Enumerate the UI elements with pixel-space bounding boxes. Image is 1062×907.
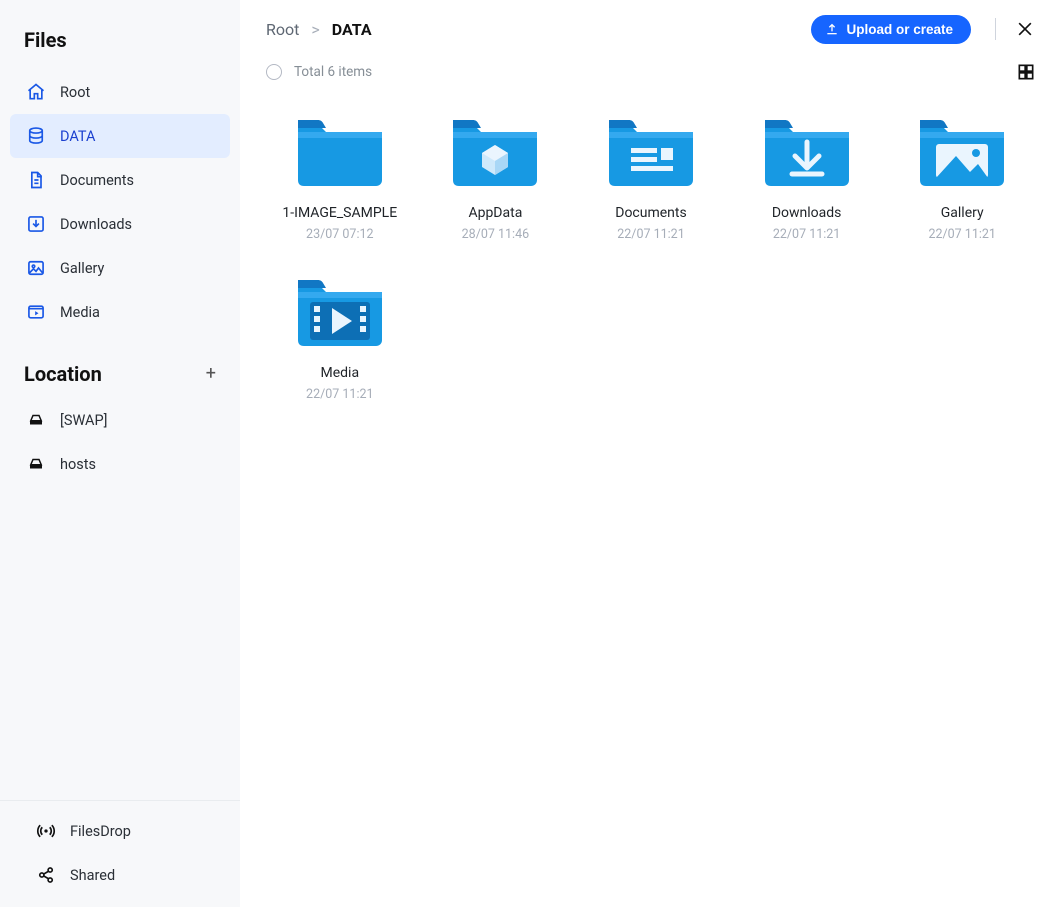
tile-date: 22/07 11:21	[928, 227, 996, 242]
subbar: Total 6 items	[240, 52, 1062, 90]
sidebar-item-root[interactable]: Root	[10, 70, 230, 114]
drive-icon	[26, 454, 46, 474]
tile-date: 28/07 11:46	[462, 227, 530, 242]
home-icon	[26, 82, 46, 102]
folder-cube-icon	[447, 112, 543, 190]
sidebar-item-documents[interactable]: Documents	[10, 158, 230, 202]
folder-tile[interactable]: AppData 28/07 11:46	[422, 108, 570, 246]
close-button[interactable]	[1014, 18, 1036, 40]
breadcrumb-root[interactable]: Root	[266, 20, 299, 39]
topbar: Root > DATA Upload or create	[240, 0, 1062, 52]
sidebar-location-list: [SWAP] hosts	[0, 398, 240, 486]
sidebar-nav-list: Root DATA Documents Downloads Gallery	[0, 70, 240, 334]
sidebar-footer-list: FilesDrop Shared	[10, 809, 230, 897]
select-all-toggle[interactable]	[266, 64, 282, 80]
tile-name: AppData	[468, 204, 522, 223]
media-box-icon	[26, 302, 46, 322]
file-grid: 1-IMAGE_SAMPLE 23/07 07:12 AppData 28/07	[240, 90, 1062, 424]
sidebar-item-label: Media	[60, 304, 100, 321]
folder-tile[interactable]: Gallery 22/07 11:21	[888, 108, 1036, 246]
download-box-icon	[26, 214, 46, 234]
footer-item-label: Shared	[70, 867, 115, 884]
sidebar-title-files: Files	[0, 16, 240, 70]
broadcast-icon	[36, 821, 56, 841]
sidebar-title-location-row: Location +	[0, 334, 240, 398]
sidebar-item-gallery[interactable]: Gallery	[10, 246, 230, 290]
sidebar-item-label: DATA	[60, 128, 95, 145]
sidebar-item-data[interactable]: DATA	[10, 114, 230, 158]
folder-tile[interactable]: Downloads 22/07 11:21	[733, 108, 881, 246]
folder-tile[interactable]: Documents 22/07 11:21	[577, 108, 725, 246]
sidebar-item-downloads[interactable]: Downloads	[10, 202, 230, 246]
location-item-label: [SWAP]	[60, 412, 107, 429]
location-item-label: hosts	[60, 456, 96, 473]
main-pane: Root > DATA Upload or create Total 6 ite…	[240, 0, 1062, 907]
gallery-box-icon	[26, 258, 46, 278]
document-icon	[26, 170, 46, 190]
upload-create-button[interactable]: Upload or create	[811, 15, 971, 44]
sidebar-item-label: Gallery	[60, 260, 104, 277]
tile-name: Documents	[615, 204, 686, 223]
tile-name: Gallery	[941, 204, 984, 223]
breadcrumb-separator: >	[311, 20, 319, 39]
sidebar-item-media[interactable]: Media	[10, 290, 230, 334]
drive-icon	[26, 410, 46, 430]
tile-name: Media	[321, 364, 360, 383]
tile-date: 23/07 07:12	[306, 227, 374, 242]
folder-doc-icon	[603, 112, 699, 190]
tile-date: 22/07 11:21	[617, 227, 685, 242]
location-item-hosts[interactable]: hosts	[10, 442, 230, 486]
breadcrumb-current: DATA	[332, 20, 372, 39]
toolbar-divider	[995, 18, 996, 40]
folder-download-icon	[759, 112, 855, 190]
tile-name: Downloads	[772, 204, 842, 223]
tile-date: 22/07 11:21	[773, 227, 841, 242]
footer-item-shared[interactable]: Shared	[20, 853, 220, 897]
sidebar-item-label: Documents	[60, 172, 134, 189]
sidebar-item-label: Root	[60, 84, 90, 101]
sidebar-title-location: Location	[24, 362, 102, 386]
tile-name: 1-IMAGE_SAMPLE	[282, 204, 397, 223]
sidebar-item-label: Downloads	[60, 216, 132, 233]
folder-media-icon	[292, 272, 388, 350]
folder-gallery-icon	[914, 112, 1010, 190]
folder-tile[interactable]: Media 22/07 11:21	[266, 268, 414, 406]
upload-icon	[825, 22, 839, 36]
folder-tile[interactable]: 1-IMAGE_SAMPLE 23/07 07:12	[266, 108, 414, 246]
location-item-swap[interactable]: [SWAP]	[10, 398, 230, 442]
upload-button-label: Upload or create	[846, 22, 953, 37]
share-icon	[36, 865, 56, 885]
view-toggle-grid[interactable]	[1016, 62, 1036, 82]
breadcrumb: Root > DATA	[266, 20, 372, 39]
sidebar-footer: FilesDrop Shared	[0, 800, 240, 907]
add-location-button[interactable]: +	[206, 365, 216, 383]
database-icon	[26, 126, 46, 146]
tile-date: 22/07 11:21	[306, 387, 374, 402]
footer-item-label: FilesDrop	[70, 823, 131, 840]
sidebar: Files Root DATA Documents Downloads	[0, 0, 240, 907]
total-items-label: Total 6 items	[294, 64, 372, 80]
footer-item-filesdrop[interactable]: FilesDrop	[20, 809, 220, 853]
folder-plain-icon	[292, 112, 388, 190]
